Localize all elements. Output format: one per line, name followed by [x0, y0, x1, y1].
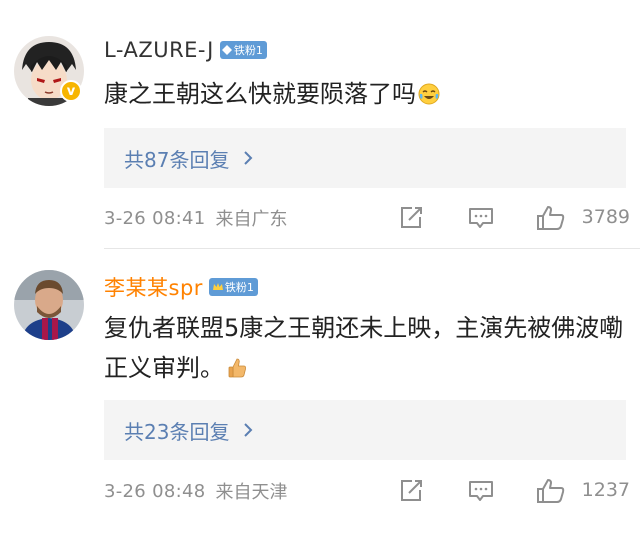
repost-icon[interactable]	[398, 205, 424, 231]
like-count: 1237	[581, 479, 630, 501]
comment-time: 3-26 08:48	[104, 480, 206, 502]
replies-count-label: 共23条回复	[124, 419, 230, 444]
verified-badge-icon: v	[60, 80, 82, 102]
like-count: 3789	[581, 206, 630, 228]
comment-2: 李某某spr 铁粉1 复仇者联盟5康之王朝还未上映，主演先被佛波嘞正义审判。 共…	[0, 262, 640, 533]
chevron-right-icon	[244, 151, 253, 165]
laughing-tears-emoji-icon	[418, 83, 440, 105]
comment-text: 康之王朝这么快就要陨落了吗	[104, 74, 624, 114]
comment-divider	[104, 248, 640, 249]
fan-badge-label: 铁粉1	[233, 43, 263, 57]
username-row: L-AZURE-J 铁粉1	[104, 38, 267, 62]
fan-badge-label: 铁粉1	[224, 280, 254, 294]
replies-box[interactable]: 共23条回复	[104, 400, 626, 460]
comment-source: 来自广东	[215, 209, 288, 230]
comment-meta: 3-26 08:48 来自天津 1237	[104, 476, 630, 506]
chevron-right-icon	[244, 423, 253, 437]
comment-icon[interactable]	[468, 205, 494, 231]
username-row: 李某某spr 铁粉1	[104, 272, 258, 302]
username[interactable]: 李某某spr	[104, 272, 203, 302]
diamond-icon	[221, 45, 232, 55]
repost-icon[interactable]	[398, 478, 424, 504]
comment-text: 复仇者联盟5康之王朝还未上映，主演先被佛波嘞正义审判。	[104, 308, 624, 388]
thumbs-up-emoji-icon	[228, 358, 246, 378]
replies-count-label: 共87条回复	[124, 147, 230, 172]
view-replies-link[interactable]: 共87条回复	[124, 144, 253, 173]
comment-time: 3-26 08:41	[104, 207, 206, 229]
comment-text-body: 复仇者联盟5康之王朝还未上映，主演先被佛波嘞正义审判。	[104, 314, 624, 382]
crown-icon	[212, 283, 223, 290]
avatar[interactable]	[14, 270, 84, 340]
comment-source: 来自天津	[215, 482, 288, 503]
username[interactable]: L-AZURE-J	[104, 38, 214, 62]
replies-box[interactable]: 共87条回复	[104, 128, 626, 188]
comment-meta: 3-26 08:41 来自广东 3789	[104, 203, 630, 233]
view-replies-link[interactable]: 共23条回复	[124, 416, 253, 445]
fan-badge: 铁粉1	[208, 278, 258, 296]
like-thumb-icon[interactable]	[536, 478, 566, 504]
comment-icon[interactable]	[468, 478, 494, 504]
like-thumb-icon[interactable]	[536, 205, 566, 231]
footballer-avatar-image	[14, 270, 84, 340]
fan-badge: 铁粉1	[219, 41, 267, 59]
comment-text-body: 康之王朝这么快就要陨落了吗	[104, 80, 416, 108]
comment-1: v L-AZURE-J 铁粉1 康之王朝这么快就要陨落了吗 共87条回复 3-2…	[0, 0, 640, 262]
